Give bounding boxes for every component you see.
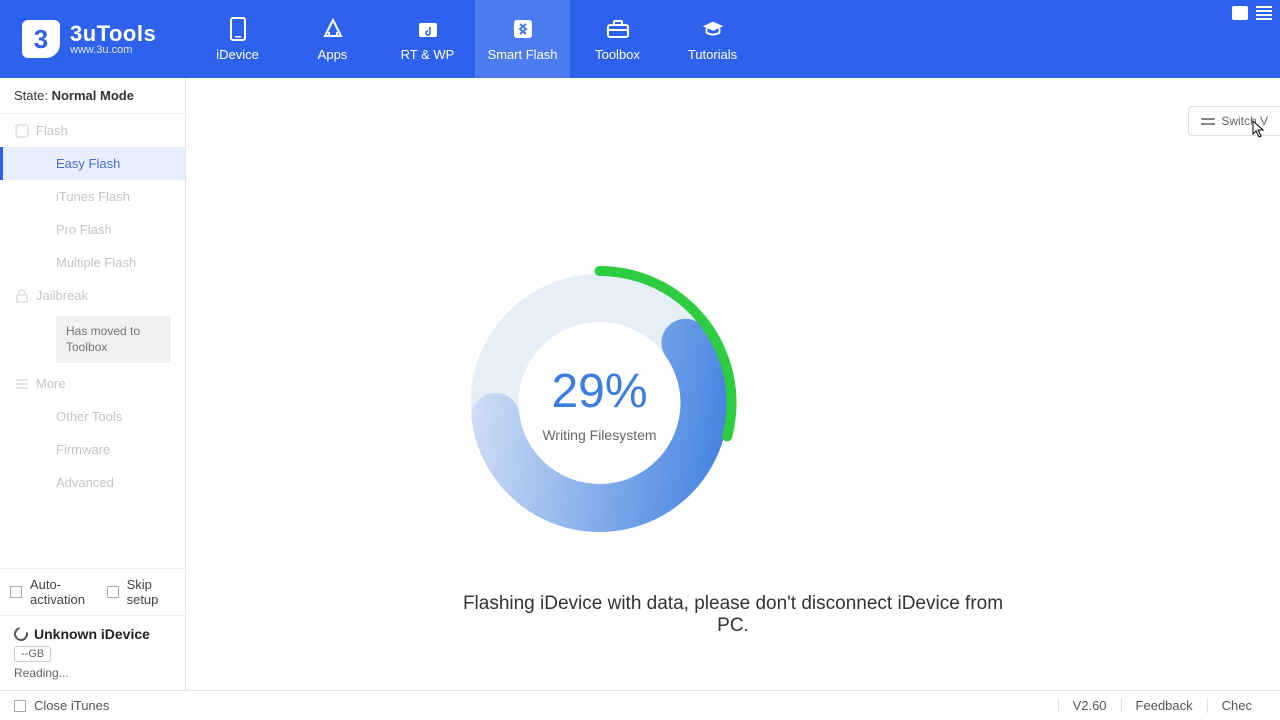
feedback-link[interactable]: Feedback [1121,698,1207,713]
sidebar-flash-header: Flash [0,114,185,147]
check-link[interactable]: Chec [1207,698,1266,713]
progress-ring: 29% Writing Filesystem [460,263,740,543]
device-storage: --GB [14,646,51,662]
logo-badge-icon: 3 [22,20,60,58]
main-content: Switch V 29% [186,78,1280,690]
sidebar-itunes-flash[interactable]: iTunes Flash [0,180,185,213]
sidebar-easy-flash[interactable]: Easy Flash [0,147,185,180]
state-row: State: Normal Mode [0,78,185,114]
music-icon [416,17,440,41]
menu-icon [14,376,30,392]
sidebar-pro-flash[interactable]: Pro Flash [0,213,185,246]
app-name: 3uTools [70,23,156,45]
phone-icon [226,17,250,41]
switch-icon [1201,116,1215,126]
skip-setup-checkbox[interactable] [107,586,119,598]
sidebar-jailbreak-header: Jailbreak [0,279,185,312]
flash-icon [511,17,535,41]
close-itunes-label: Close iTunes [34,698,109,713]
sidebar-more-header: More [0,367,185,400]
tshirt-icon[interactable] [1232,6,1248,20]
progress-area: 29% Writing Filesystem Flashing iDevice … [460,263,1007,637]
sidebar-multiple-flash[interactable]: Multiple Flash [0,246,185,279]
sidebar-firmware[interactable]: Firmware [0,433,185,466]
progress-percent: 29% [551,364,647,419]
toolbox-icon [606,17,630,41]
top-nav: iDevice Apps RT & WP Smart Flash Toolbox… [190,0,760,78]
logo: 3 3uTools www.3u.com [0,20,190,58]
app-header: 3 3uTools www.3u.com iDevice Apps RT & W… [0,0,1280,78]
switch-view-button[interactable]: Switch V [1188,106,1280,136]
sidebar-other-tools[interactable]: Other Tools [0,400,185,433]
tutorial-icon [701,17,725,41]
device-block: Unknown iDevice --GB Reading... [0,615,185,690]
nav-rtwp[interactable]: RT & WP [380,0,475,78]
nav-smartflash[interactable]: Smart Flash [475,0,570,78]
nav-apps[interactable]: Apps [285,0,380,78]
sidebar-options: Auto-activation Skip setup [0,568,185,615]
header-controls [1232,6,1272,20]
apps-icon [321,17,345,41]
sidebar-advanced[interactable]: Advanced [0,466,185,499]
flash-small-icon [14,123,30,139]
version: V2.60 [1058,698,1121,713]
nav-tutorials[interactable]: Tutorials [665,0,760,78]
close-itunes-checkbox[interactable] [14,700,26,712]
nav-idevice[interactable]: iDevice [190,0,285,78]
jailbreak-note: Has moved to Toolbox [56,316,171,363]
refresh-icon[interactable] [11,624,30,643]
sidebar: State: Normal Mode Flash Easy Flash iTun… [0,78,186,690]
progress-status: Writing Filesystem [542,427,656,443]
list-icon[interactable] [1256,6,1272,20]
app-site: www.3u.com [70,45,156,56]
flash-message: Flashing iDevice with data, please don't… [460,593,1007,637]
auto-activation-checkbox[interactable] [10,586,22,598]
device-status: Reading... [14,666,171,680]
lock-icon [14,288,30,304]
footer: Close iTunes V2.60 Feedback Chec [0,690,1280,720]
nav-toolbox[interactable]: Toolbox [570,0,665,78]
